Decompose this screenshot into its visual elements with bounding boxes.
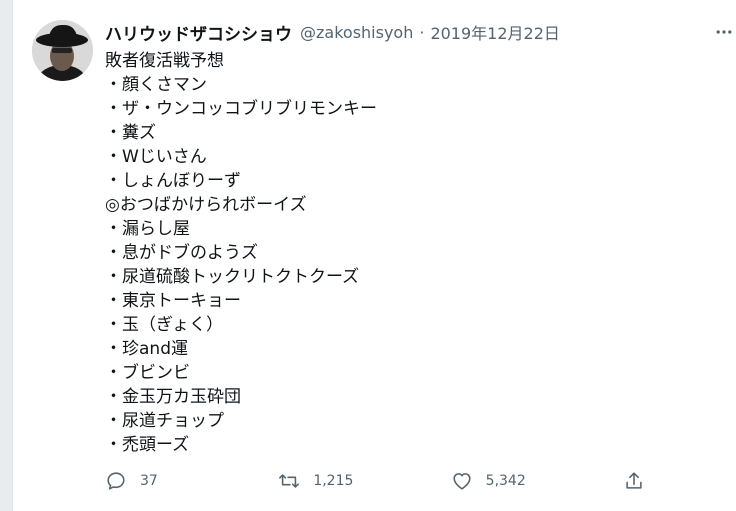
tweet-line: ・尿道チョップ [105,411,224,431]
more-options-button[interactable] [712,20,736,44]
tweet-line: ・しょんぼりーず [105,171,241,191]
tweet-line: 敗者復活戦予想 [105,51,224,71]
tweet-line: ・糞ズ [105,123,156,143]
tweet-card[interactable]: ハリウッドザコシショウ @zakoshisyoh · 2019年12月22日 敗… [12,0,736,511]
tweet-line: ・禿頭ーズ [105,435,190,455]
reply-icon [107,472,125,490]
tweet-line: ・尿道硫酸トックリトクトクーズ [105,267,360,287]
retweet-button[interactable]: 1,215 [278,470,450,492]
tweet-line: ・ブビンビ [105,363,190,383]
tweet-line: ・金玉万カ玉砕団 [105,387,241,407]
tweet-header: ハリウッドザコシショウ @zakoshisyoh · 2019年12月22日 [105,20,560,45]
tweet-line: ・ザ・ウンコッコブリブリモンキー [105,99,377,119]
reply-button[interactable]: 37 [105,470,278,492]
tweet-text: 敗者復活戦予想 ・顔くさマン ・ザ・ウンコッコブリブリモンキー ・糞ズ ・Wじい… [105,49,705,457]
reply-count: 37 [140,473,158,489]
like-icon [453,473,471,490]
tweet-actions: 37 1,215 5,342 [105,467,645,495]
avatar[interactable] [32,20,93,81]
tweet-line: ・漏らし屋 [105,219,190,239]
tweet-date[interactable]: 2019年12月22日 [430,20,559,44]
more-icon [716,30,732,34]
header-separator: · [419,22,425,42]
tweet-line: ・顔くさマン [105,75,207,95]
author-name[interactable]: ハリウッドザコシショウ [105,20,292,45]
tweet-line: ・Wじいさん [105,147,207,167]
share-button[interactable] [623,470,645,492]
share-icon [626,472,642,489]
tweet-line: ・息がドブのようズ [105,243,258,263]
tweet-line: ・珍and運 [105,339,188,359]
tweet-line: ◎おつばかけられボーイズ [105,195,307,215]
avatar-image [32,20,93,81]
author-handle[interactable]: @zakoshisyoh [300,23,413,42]
retweet-count: 1,215 [313,473,354,489]
like-count: 5,342 [485,473,526,489]
like-button[interactable]: 5,342 [451,470,623,492]
tweet-line: ・玉（ぎょく） [105,315,224,335]
tweet-line: ・東京トーキョー [105,291,241,311]
retweet-icon [279,474,300,488]
